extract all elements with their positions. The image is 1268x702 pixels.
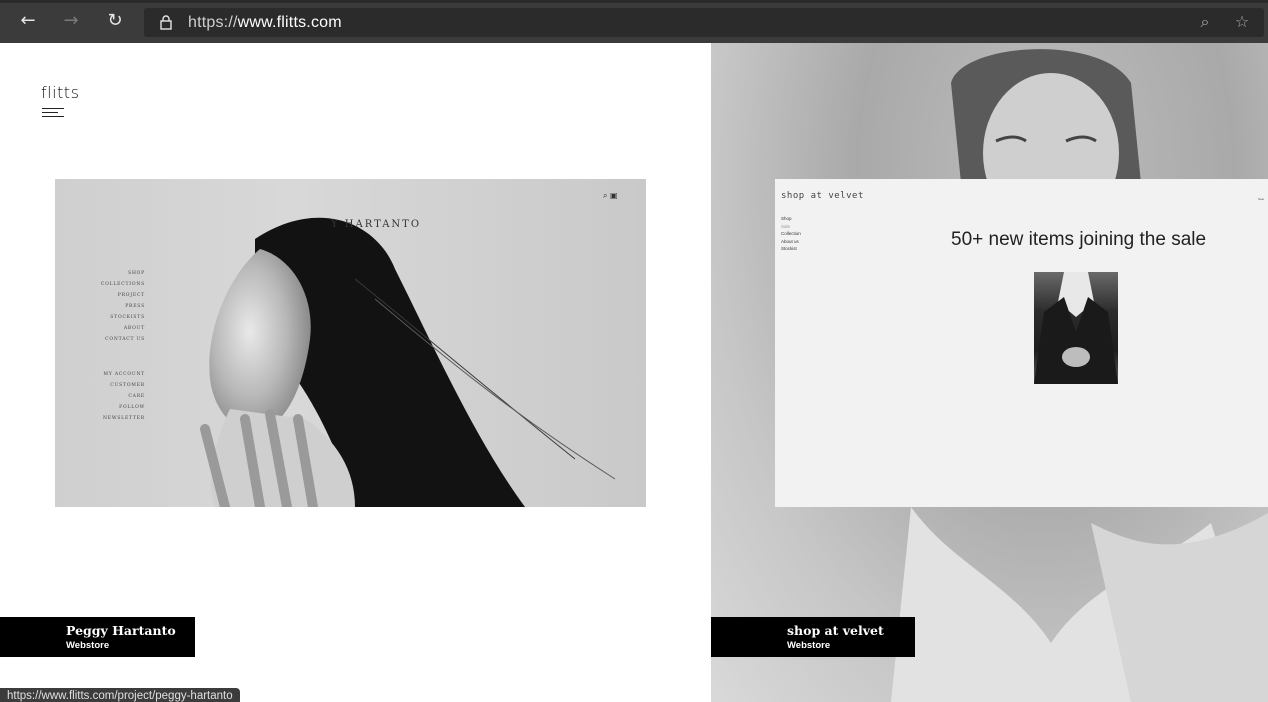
lock-icon bbox=[160, 15, 172, 30]
preview-side-menu: SHOP COLLECTIONS PROJECT PRESS STOCKISTS… bbox=[95, 268, 145, 424]
back-arrow-icon[interactable]: ← bbox=[17, 10, 39, 32]
favorite-star-icon[interactable]: ☆ bbox=[1232, 12, 1252, 32]
preview-menu: Shop Sale Collection About us Stockist bbox=[781, 215, 801, 253]
project-label-shop-at-velvet[interactable]: shop at velvet Webstore bbox=[711, 617, 915, 657]
preview-site-title: Y HARTANTO bbox=[331, 219, 422, 230]
preview-menu-item: NEWSLETTER bbox=[103, 416, 145, 421]
site-logo[interactable]: flitts bbox=[41, 83, 79, 102]
project-subtitle: Webstore bbox=[787, 640, 831, 651]
jacket-image bbox=[1034, 272, 1118, 384]
link-status-bar: https://www.flitts.com/project/peggy-har… bbox=[0, 688, 240, 702]
preview-menu-item: PRESS bbox=[125, 304, 145, 309]
preview-search-cart-icons: ⌕ ▣ bbox=[603, 191, 618, 200]
address-bar[interactable]: https://www.flitts.com bbox=[144, 8, 1264, 37]
project-label-peggy-hartanto[interactable]: Peggy Hartanto Webstore bbox=[0, 617, 195, 657]
preview-menu-item: Stockist bbox=[781, 246, 797, 251]
url-text[interactable]: https://www.flitts.com bbox=[188, 14, 342, 32]
zoom-out-icon[interactable]: ⌕ bbox=[1195, 12, 1215, 32]
tab-strip-edge bbox=[0, 0, 1268, 3]
preview-menu-item: CONTACT US bbox=[105, 337, 145, 342]
preview-menu-item: COLLECTIONS bbox=[100, 282, 145, 287]
refresh-icon[interactable]: ↻ bbox=[104, 10, 126, 32]
preview-headline: 50+ new items joining the sale bbox=[951, 229, 1207, 250]
url-scheme: https:// bbox=[188, 14, 238, 31]
preview-menu-item: PROJECT bbox=[117, 293, 145, 298]
preview-menu-item: About us bbox=[781, 238, 799, 244]
preview-menu-item: ABOUT bbox=[123, 326, 145, 331]
project-title: shop at velvet bbox=[787, 623, 884, 638]
preview-menu-item: Shop bbox=[781, 216, 792, 221]
page-content: flitts Y HARTANTO ⌕ ▣ SHOP COLLECTIONS P… bbox=[0, 43, 1268, 702]
preview-menu-item: STOCKISTS bbox=[110, 315, 145, 320]
preview-menu-item: CUSTOMER CARE bbox=[110, 383, 145, 399]
preview-menu-item: MY ACCOUNT bbox=[103, 372, 145, 377]
preview-menu-item: Collection bbox=[781, 231, 801, 236]
browser-toolbar: ← → ↻ https://www.flitts.com ⌕ ☆ bbox=[0, 0, 1268, 43]
forward-arrow-icon[interactable]: → bbox=[60, 10, 82, 32]
project-preview-peggy-hartanto[interactable]: Y HARTANTO ⌕ ▣ SHOP COLLECTIONS PROJECT … bbox=[55, 179, 646, 507]
preview-brand-name: shop at velvet bbox=[781, 191, 864, 201]
url-host: www.flitts.com bbox=[237, 14, 342, 31]
preview-product-image bbox=[1034, 272, 1118, 384]
preview-search-text: Sear bbox=[1258, 197, 1265, 201]
hamburger-menu-icon[interactable] bbox=[42, 108, 66, 118]
preview-menu-item: SHOP bbox=[128, 271, 145, 276]
preview-menu-item: Sale bbox=[781, 223, 791, 229]
project-title: Peggy Hartanto bbox=[66, 623, 176, 638]
preview-menu-item: FOLLOW bbox=[119, 405, 145, 410]
project-preview-shop-at-velvet[interactable]: shop at velvet Sear Shop Sale Collection… bbox=[775, 179, 1268, 507]
project-subtitle: Webstore bbox=[66, 640, 110, 651]
